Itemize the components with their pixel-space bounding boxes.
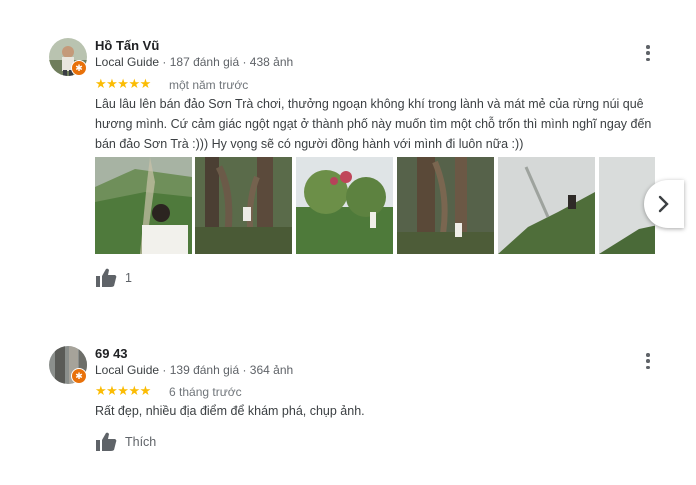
review-photo[interactable] bbox=[397, 157, 494, 254]
review-photo[interactable] bbox=[498, 157, 595, 254]
like-button[interactable]: Thích bbox=[95, 432, 156, 452]
reviewer-meta[interactable]: Local Guide · 139 đánh giá · 364 ảnh bbox=[95, 363, 293, 377]
review-time: 6 tháng trước bbox=[169, 385, 242, 399]
reviewer-name[interactable]: 69 43 bbox=[95, 346, 128, 361]
thumb-up-icon bbox=[96, 432, 117, 451]
review-text: Lâu lâu lên bán đảo Sơn Trà chơi, thưởng… bbox=[95, 97, 652, 151]
more-options-icon[interactable] bbox=[640, 351, 656, 371]
reviewer-name[interactable]: Hồ Tấn Vũ bbox=[95, 38, 159, 53]
reviewer-meta[interactable]: Local Guide · 187 đánh giá · 438 ảnh bbox=[95, 55, 293, 69]
reviewer-stats: · 139 đánh giá · 364 ảnh bbox=[162, 363, 294, 377]
review-photo[interactable] bbox=[95, 157, 192, 254]
local-guide-label: Local Guide bbox=[95, 363, 160, 377]
local-guide-badge-icon: ✱ bbox=[71, 60, 87, 76]
more-options-icon[interactable] bbox=[640, 43, 656, 63]
star-rating: ★★★★★ bbox=[95, 76, 151, 91]
review-card: ✱ Hồ Tấn Vũ Local Guide · 187 đánh giá ·… bbox=[0, 0, 696, 300]
thumb-up-icon bbox=[96, 268, 117, 287]
reviewer-stats: · 187 đánh giá · 438 ảnh bbox=[162, 55, 294, 69]
chevron-right-icon bbox=[658, 195, 669, 213]
review-text: Rất đẹp, nhiều địa điểm để khám phá, chụ… bbox=[95, 404, 365, 418]
next-photos-button[interactable] bbox=[644, 180, 684, 228]
review-photo[interactable] bbox=[296, 157, 393, 254]
review-card: ✱ 69 43 Local Guide · 139 đánh giá · 364… bbox=[0, 300, 696, 485]
local-guide-label: Local Guide bbox=[95, 55, 160, 69]
like-count: 1 bbox=[125, 271, 132, 285]
local-guide-badge-icon: ✱ bbox=[71, 368, 87, 384]
star-rating: ★★★★★ bbox=[95, 383, 151, 398]
review-photo[interactable] bbox=[195, 157, 292, 254]
like-button[interactable]: 1 bbox=[95, 268, 132, 288]
like-label: Thích bbox=[125, 435, 157, 449]
review-time: một năm trước bbox=[169, 78, 249, 92]
review-photos bbox=[95, 157, 655, 254]
